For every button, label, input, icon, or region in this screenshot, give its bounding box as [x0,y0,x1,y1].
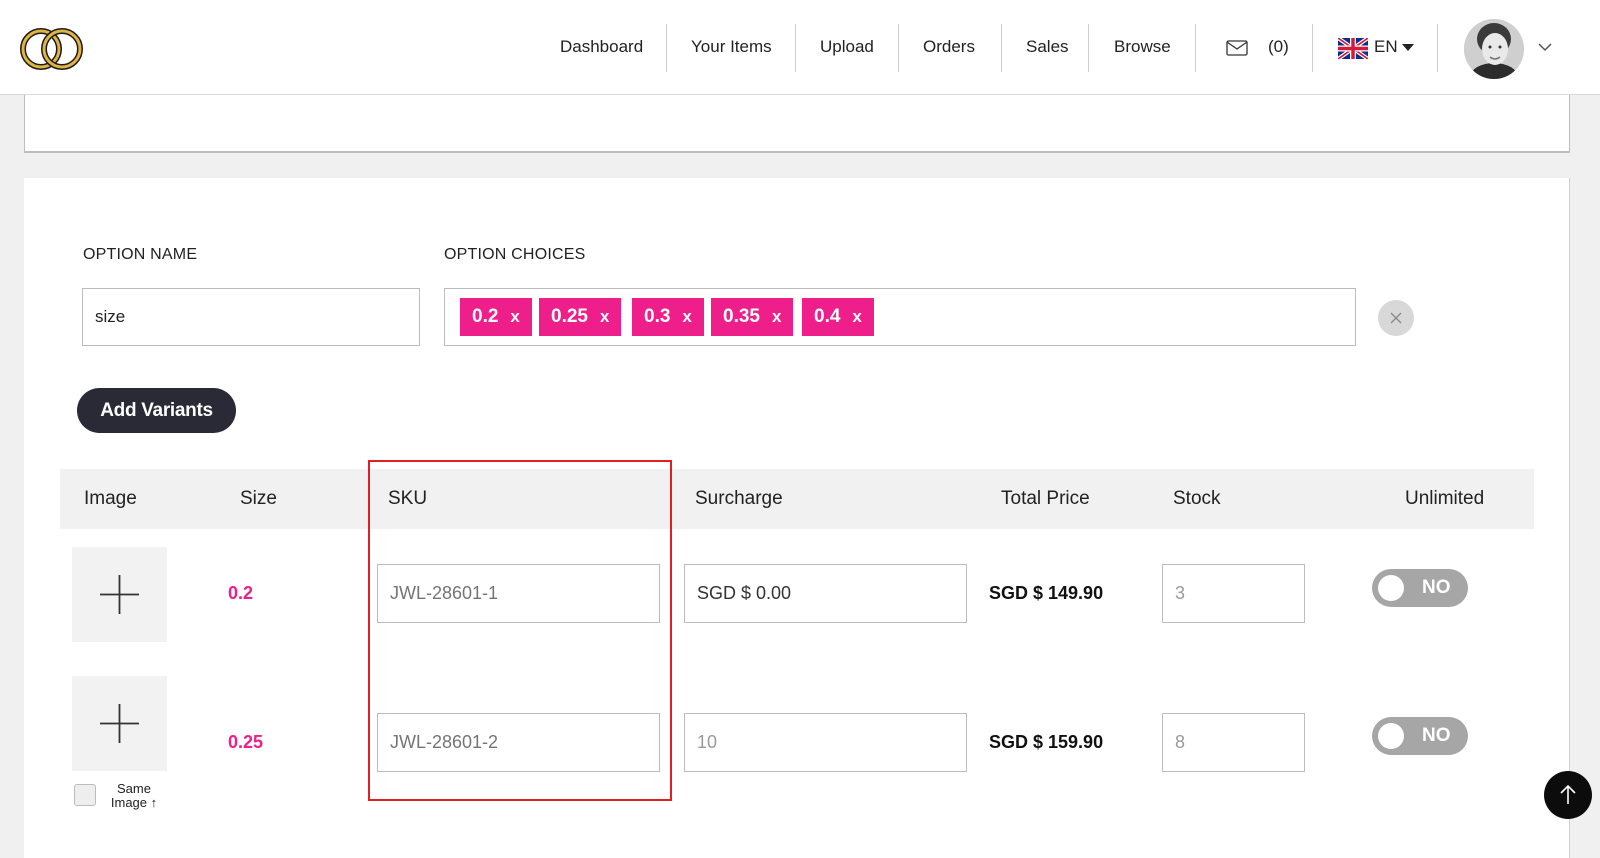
nav-divider [1437,24,1438,72]
envelope-icon[interactable] [1226,40,1248,56]
clear-option-button[interactable] [1378,300,1414,336]
nav-divider [1001,24,1002,72]
variant-size: 0.2 [228,583,254,603]
chip-label: 0.3 [644,306,671,327]
toggle-knob [1378,575,1404,601]
arrow-up-icon [1560,784,1576,804]
surcharge-input[interactable] [684,564,967,623]
col-header-total-price: Total Price [1001,488,1090,509]
sku-input[interactable] [377,713,660,772]
plus-icon [100,704,139,743]
chip-label: 0.4 [814,306,841,327]
surcharge-input[interactable] [684,713,967,772]
chip-label: 0.35 [723,306,760,327]
nav-browse[interactable]: Browse [1114,37,1171,57]
chevron-down-icon[interactable] [1538,42,1552,52]
nav-upload[interactable]: Upload [820,37,874,57]
chip-remove-button[interactable]: x [510,307,519,326]
variants-table-header: Image Size SKU Surcharge Total Price Sto… [60,469,1534,529]
unlimited-toggle[interactable]: NO [1372,569,1468,607]
col-header-unlimited: Unlimited [1405,488,1485,509]
col-header-sku: SKU [388,488,428,509]
stock-input[interactable] [1162,564,1305,623]
chip-remove-button[interactable]: x [852,307,861,326]
col-header-stock: Stock [1173,488,1221,509]
messages-count[interactable]: (0) [1268,37,1289,57]
toggle-label: NO [1422,725,1451,746]
col-header-surcharge: Surcharge [695,488,783,509]
nav-dashboard[interactable]: Dashboard [560,37,643,57]
language-selector[interactable]: EN [1374,37,1398,57]
chip-remove-button[interactable]: x [682,307,691,326]
option-choices-input[interactable]: 0.2 x 0.25 x 0.3 x 0.35 x 0.4 x [444,288,1356,346]
nav-divider [795,24,796,72]
same-image-checkbox[interactable] [74,784,96,806]
scroll-to-top-button[interactable] [1544,771,1592,819]
total-price: SGD $ 159.90 [989,732,1104,752]
unlimited-toggle[interactable]: NO [1372,717,1468,755]
avatar-photo [1464,19,1524,79]
toggle-label: NO [1422,577,1451,598]
stock-input[interactable] [1162,713,1305,772]
choice-chip: 0.2 x [460,298,532,336]
plus-icon [100,575,139,614]
col-header-size: Size [240,488,277,509]
option-name-input[interactable] [82,288,420,346]
chip-label: 0.25 [551,306,588,327]
choice-chip: 0.35 x [711,298,794,336]
add-image-button[interactable] [72,547,167,642]
nav-divider [898,24,899,72]
chip-remove-button[interactable]: x [600,307,609,326]
option-choices-label: OPTION CHOICES [444,246,586,263]
nav-your-items[interactable]: Your Items [691,37,772,57]
sku-input[interactable] [377,564,660,623]
choice-chip: 0.25 x [539,298,622,336]
chip-remove-button[interactable]: x [772,307,781,326]
top-header: Dashboard Your Items Upload Orders Sales… [0,0,1600,95]
close-icon [1390,312,1402,324]
choice-chip: 0.4 x [802,298,874,336]
variant-size: 0.25 [228,732,264,752]
user-avatar[interactable] [1464,19,1524,79]
previous-section-card [24,95,1570,153]
nav-divider [1195,24,1196,72]
nav-divider [1312,24,1313,72]
choice-chip: 0.3 x [632,298,704,336]
col-header-image: Image [84,488,137,509]
total-price: SGD $ 149.90 [989,583,1104,603]
toggle-knob [1378,723,1404,749]
caret-down-icon[interactable] [1402,44,1414,51]
uk-flag-icon[interactable] [1338,38,1368,59]
option-name-label: OPTION NAME [83,246,198,263]
nav-divider [1088,24,1089,72]
nav-sales[interactable]: Sales [1026,37,1069,57]
add-image-button[interactable] [72,676,167,771]
nav-divider [666,24,667,72]
add-variants-button[interactable]: Add Variants [77,388,236,433]
same-image-label: Same Image ↑ [110,781,158,810]
nav-orders[interactable]: Orders [923,37,975,57]
chip-label: 0.2 [472,306,499,327]
